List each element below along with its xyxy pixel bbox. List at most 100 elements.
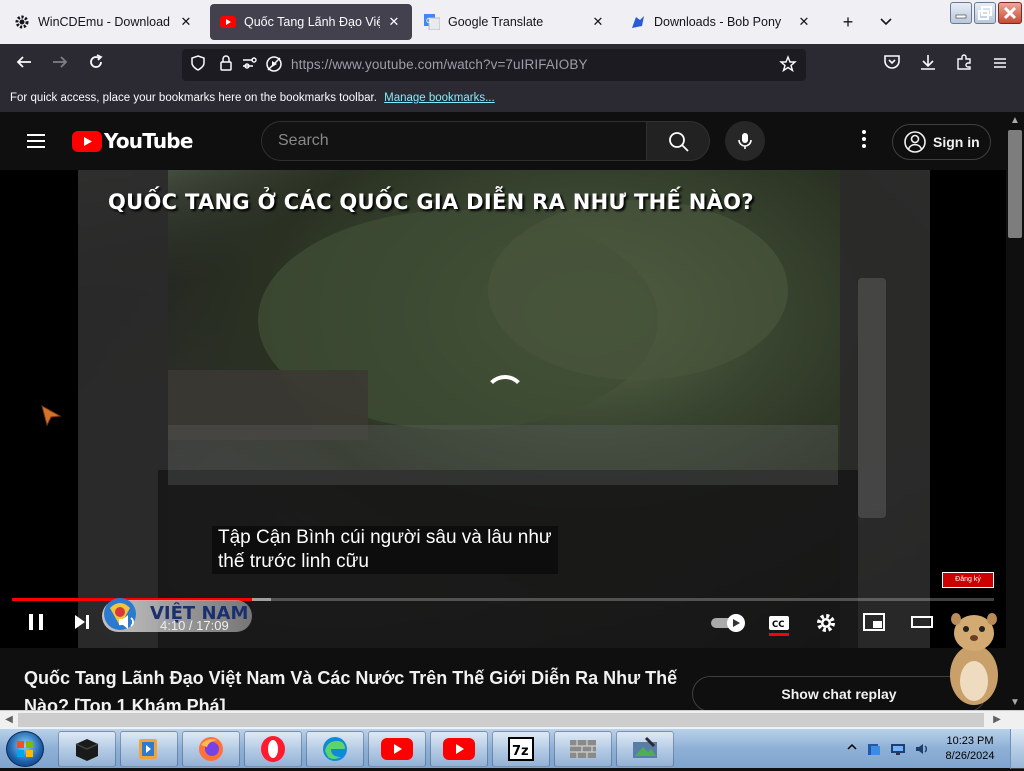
firefox-icon bbox=[199, 737, 223, 761]
extensions-button[interactable] bbox=[952, 53, 976, 77]
pause-button[interactable] bbox=[22, 612, 50, 640]
scroll-up-icon[interactable]: ▲ bbox=[1006, 112, 1024, 130]
next-button[interactable] bbox=[68, 612, 96, 640]
guide-menu-button[interactable] bbox=[24, 129, 48, 153]
close-tab-icon[interactable]: ✕ bbox=[178, 14, 194, 30]
clock-date: 8/26/2024 bbox=[945, 750, 995, 762]
window-close-button[interactable] bbox=[998, 2, 1022, 24]
sign-in-button[interactable]: Sign in bbox=[892, 124, 991, 160]
desktop-mascot[interactable] bbox=[942, 605, 1006, 709]
puzzle-icon bbox=[957, 54, 971, 70]
list-all-tabs-button[interactable] bbox=[874, 10, 898, 34]
horizontal-scroll-thumb[interactable] bbox=[18, 713, 984, 727]
time-current: 4:10 bbox=[160, 618, 186, 633]
permissions-icon[interactable] bbox=[240, 55, 260, 75]
reload-button[interactable] bbox=[84, 53, 108, 77]
tab-google-translate[interactable]: G Google Translate ✕ bbox=[414, 4, 616, 40]
taskbar-edge[interactable] bbox=[306, 731, 364, 767]
tab-wincdemu[interactable]: WinCDEmu - Download ✕ bbox=[4, 4, 204, 40]
tracking-protection-icon[interactable] bbox=[188, 55, 208, 75]
tab-bob-pony[interactable]: Downloads - Bob Pony ✕ bbox=[620, 4, 822, 40]
search-button[interactable] bbox=[646, 121, 710, 161]
tab-youtube[interactable]: Quốc Tang Lãnh Đạo Việt N ✕ bbox=[210, 4, 412, 40]
bookmark-star-icon[interactable] bbox=[778, 55, 798, 75]
settings-more-button[interactable] bbox=[852, 129, 876, 153]
downloads-button[interactable] bbox=[916, 53, 940, 77]
close-tab-icon[interactable]: ✕ bbox=[590, 14, 606, 30]
scroll-left-icon[interactable]: ◀ bbox=[0, 711, 18, 729]
windows-logo-icon bbox=[17, 741, 33, 757]
youtube-icon bbox=[220, 14, 236, 30]
miniplayer-button[interactable] bbox=[860, 612, 888, 640]
taskbar-youtube-1[interactable] bbox=[368, 731, 426, 767]
taskbar-opera[interactable] bbox=[244, 731, 302, 767]
url-bar[interactable]: https://www.youtube.com/watch?v=7uIRIFAI… bbox=[182, 49, 806, 81]
lock-icon[interactable] bbox=[216, 55, 236, 75]
tab-title: WinCDEmu - Download bbox=[38, 15, 170, 29]
svg-text:G: G bbox=[426, 17, 431, 25]
video-player[interactable]: QUỐC TANG Ở CÁC QUỐC GIA DIỄN RA NHƯ THẾ… bbox=[0, 170, 1006, 648]
autoplay-blocked-icon[interactable] bbox=[264, 55, 284, 75]
taskbar-image-editor[interactable] bbox=[616, 731, 674, 767]
navigation-bar: https://www.youtube.com/watch?v=7uIRIFAI… bbox=[0, 44, 1024, 86]
tab-title: Google Translate bbox=[448, 15, 544, 29]
taskbar-virtualbox[interactable] bbox=[58, 731, 116, 767]
vertical-scrollbar[interactable]: ▲ ▼ bbox=[1006, 112, 1024, 712]
firewall-icon bbox=[570, 740, 596, 758]
menu-button[interactable] bbox=[988, 53, 1012, 77]
gear-icon bbox=[14, 14, 30, 30]
search-placeholder: Search bbox=[278, 132, 329, 149]
manage-bookmarks-link[interactable]: Manage bookmarks... bbox=[384, 92, 495, 104]
microphone-icon bbox=[738, 133, 752, 149]
network-icon[interactable] bbox=[890, 741, 906, 757]
close-icon bbox=[1003, 6, 1017, 20]
url-text[interactable]: https://www.youtube.com/watch?v=7uIRIFAI… bbox=[291, 57, 588, 72]
restore-button[interactable] bbox=[974, 2, 996, 24]
pocket-button[interactable] bbox=[880, 53, 904, 77]
forward-button[interactable] bbox=[48, 53, 72, 77]
volume-tray-icon[interactable] bbox=[914, 741, 930, 757]
youtube-app-icon bbox=[381, 738, 413, 760]
search-input[interactable]: Search bbox=[261, 121, 647, 161]
youtube-logo-text[interactable]: YouTube bbox=[104, 129, 193, 153]
new-tab-button[interactable]: + bbox=[836, 10, 860, 34]
scroll-right-icon[interactable]: ▶ bbox=[988, 711, 1006, 729]
subtitles-button[interactable]: CC bbox=[765, 612, 793, 640]
caption-line-1: Tập Cận Bình cúi người sâu và lâu như bbox=[218, 527, 552, 548]
taskbar-firewall[interactable] bbox=[554, 731, 612, 767]
youtube-logo[interactable] bbox=[72, 131, 102, 152]
chevron-down-icon bbox=[880, 18, 892, 26]
taskbar-firefox[interactable] bbox=[182, 731, 240, 767]
back-button[interactable] bbox=[12, 53, 36, 77]
show-hidden-icons-button[interactable] bbox=[844, 741, 860, 757]
minimize-button[interactable] bbox=[950, 2, 972, 24]
mute-button[interactable] bbox=[114, 612, 142, 640]
arrow-right-icon bbox=[53, 56, 68, 68]
close-tab-icon[interactable]: ✕ bbox=[386, 14, 402, 30]
hamburger-icon bbox=[994, 58, 1006, 68]
taskbar-7zip[interactable]: 7z bbox=[492, 731, 550, 767]
settings-button[interactable] bbox=[812, 612, 840, 640]
taskbar-media-center[interactable] bbox=[120, 731, 178, 767]
horizontal-scrollbar[interactable]: ◀ ▶ bbox=[0, 710, 1024, 728]
taskbar-clock[interactable]: 10:23 PM 8/26/2024 bbox=[936, 734, 1004, 764]
bookmarks-toolbar: For quick access, place your bookmarks h… bbox=[0, 86, 1024, 112]
close-tab-icon[interactable]: ✕ bbox=[796, 14, 812, 30]
youtube-header: YouTube Search Sign in bbox=[0, 112, 1006, 170]
show-desktop-button[interactable] bbox=[1010, 729, 1024, 769]
start-button[interactable] bbox=[6, 731, 44, 767]
tray-app-icon[interactable] bbox=[866, 741, 882, 757]
pocket-icon bbox=[884, 55, 900, 69]
voice-search-button[interactable] bbox=[725, 121, 765, 161]
mouse-cursor-icon bbox=[40, 404, 62, 427]
vertical-scroll-thumb[interactable] bbox=[1008, 130, 1022, 238]
autoplay-toggle[interactable] bbox=[708, 612, 748, 640]
download-icon bbox=[921, 55, 935, 70]
theater-mode-button[interactable] bbox=[908, 612, 936, 640]
taskbar-youtube-2[interactable] bbox=[430, 731, 488, 767]
hamster-mascot-icon bbox=[950, 613, 998, 705]
bobpony-icon bbox=[630, 14, 646, 30]
video-info: Quốc Tang Lãnh Đạo Việt Nam Và Các Nước … bbox=[0, 648, 1006, 716]
sign-in-label: Sign in bbox=[933, 134, 980, 150]
youtube-app-icon-2 bbox=[443, 738, 475, 760]
